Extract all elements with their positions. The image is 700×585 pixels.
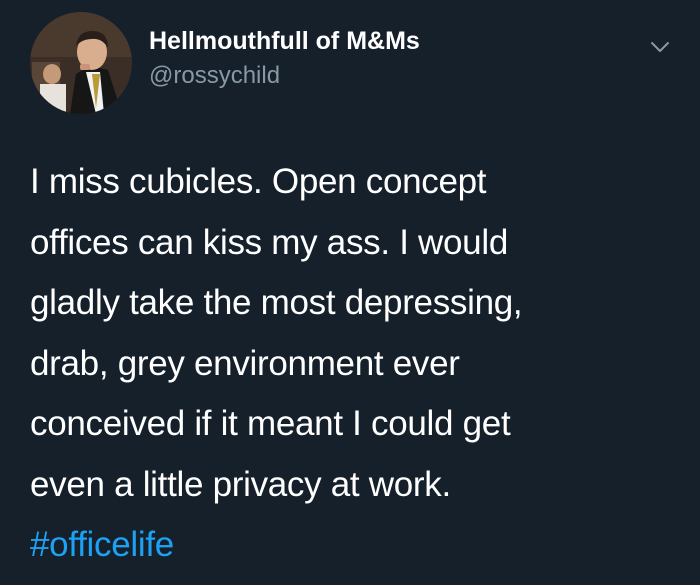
tweet-text: I miss cubicles. Open concept offices ca… xyxy=(30,152,670,576)
user-handle[interactable]: @rossychild xyxy=(149,62,280,90)
profile-photo xyxy=(30,12,132,114)
tweet-text-line: I miss cubicles. Open concept xyxy=(30,162,487,201)
chevron-down-icon[interactable] xyxy=(648,37,672,57)
tweet-text-line: drab, grey environment ever xyxy=(30,343,460,383)
display-name[interactable]: Hellmouthfull of M&Ms xyxy=(149,27,420,56)
tweet-text-line: gladly take the most depressing, xyxy=(30,283,523,322)
tweet-text-line: conceived if it meant I could get xyxy=(30,404,511,443)
hashtag-link[interactable]: #officelife xyxy=(30,515,670,576)
avatar[interactable] xyxy=(30,12,132,114)
tweet-card: Hellmouthfull of M&Ms @rossychild I miss… xyxy=(0,0,700,585)
tweet-text-line: even a little privacy at work. xyxy=(30,464,451,504)
tweet-text-line: offices can kiss my ass. I would xyxy=(30,222,508,262)
